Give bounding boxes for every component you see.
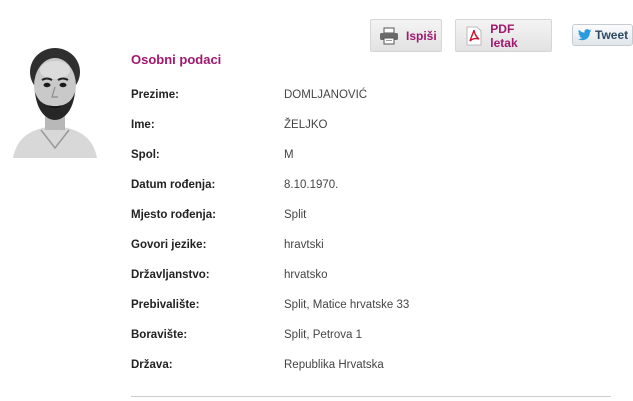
printer-icon (379, 26, 399, 46)
print-button[interactable]: Ispiši (370, 19, 442, 52)
field-value: Split, Matice hrvatske 33 (284, 299, 410, 311)
field-label: Država: (131, 359, 173, 371)
tweet-button[interactable]: Tweet (572, 24, 633, 46)
bottom-divider (131, 396, 611, 397)
personal-data-list: Prezime: DOMLJANOVIĆ Ime: ŽELJKO Spol: M… (131, 80, 611, 380)
field-value: Split, Petrova 1 (284, 329, 362, 341)
pdf-button[interactable]: PDF letak (455, 19, 552, 52)
field-row-languages: Govori jezike: hravtski (131, 230, 611, 260)
profile-photo (11, 40, 99, 158)
field-row-first-name: Ime: ŽELJKO (131, 110, 611, 140)
field-row-temporary-residence: Boravište: Split, Petrova 1 (131, 320, 611, 350)
pdf-button-label: PDF letak (490, 21, 518, 50)
field-value: hrvatsko (284, 269, 328, 281)
field-value: Republika Hrvatska (284, 359, 384, 371)
pdf-icon (464, 26, 483, 46)
field-label: Spol: (131, 149, 160, 161)
action-toolbar: Ispiši PDF letak Tweet (0, 19, 633, 53)
field-label: Državljanstvo: (131, 269, 210, 281)
field-row-sex: Spol: M (131, 140, 611, 170)
field-value: hravtski (284, 239, 324, 251)
twitter-bird-icon (578, 28, 592, 42)
field-value: ŽELJKO (284, 119, 328, 131)
field-value: DOMLJANOVIĆ (284, 89, 368, 101)
field-row-surname: Prezime: DOMLJANOVIĆ (131, 80, 611, 110)
field-label: Ime: (131, 119, 155, 131)
field-value: 8.10.1970. (284, 179, 339, 191)
field-row-country: Država: Republika Hrvatska (131, 350, 611, 380)
field-value: Split (284, 209, 307, 221)
field-label: Datum rođenja: (131, 179, 216, 191)
field-label: Boravište: (131, 329, 188, 341)
field-label: Mjesto rođenja: (131, 209, 216, 221)
tweet-button-label: Tweet (595, 28, 629, 42)
field-row-birth-place: Mjesto rođenja: Split (131, 200, 611, 230)
field-row-citizenship: Državljanstvo: hrvatsko (131, 260, 611, 290)
print-button-label: Ispiši (406, 28, 437, 43)
field-row-residence: Prebivalište: Split, Matice hrvatske 33 (131, 290, 611, 320)
field-row-birth-date: Datum rođenja: 8.10.1970. (131, 170, 611, 200)
section-title: Osobni podaci (131, 52, 222, 67)
field-value: M (284, 149, 294, 161)
field-label: Prebivalište: (131, 299, 200, 311)
field-label: Govori jezike: (131, 239, 207, 251)
field-label: Prezime: (131, 89, 179, 101)
